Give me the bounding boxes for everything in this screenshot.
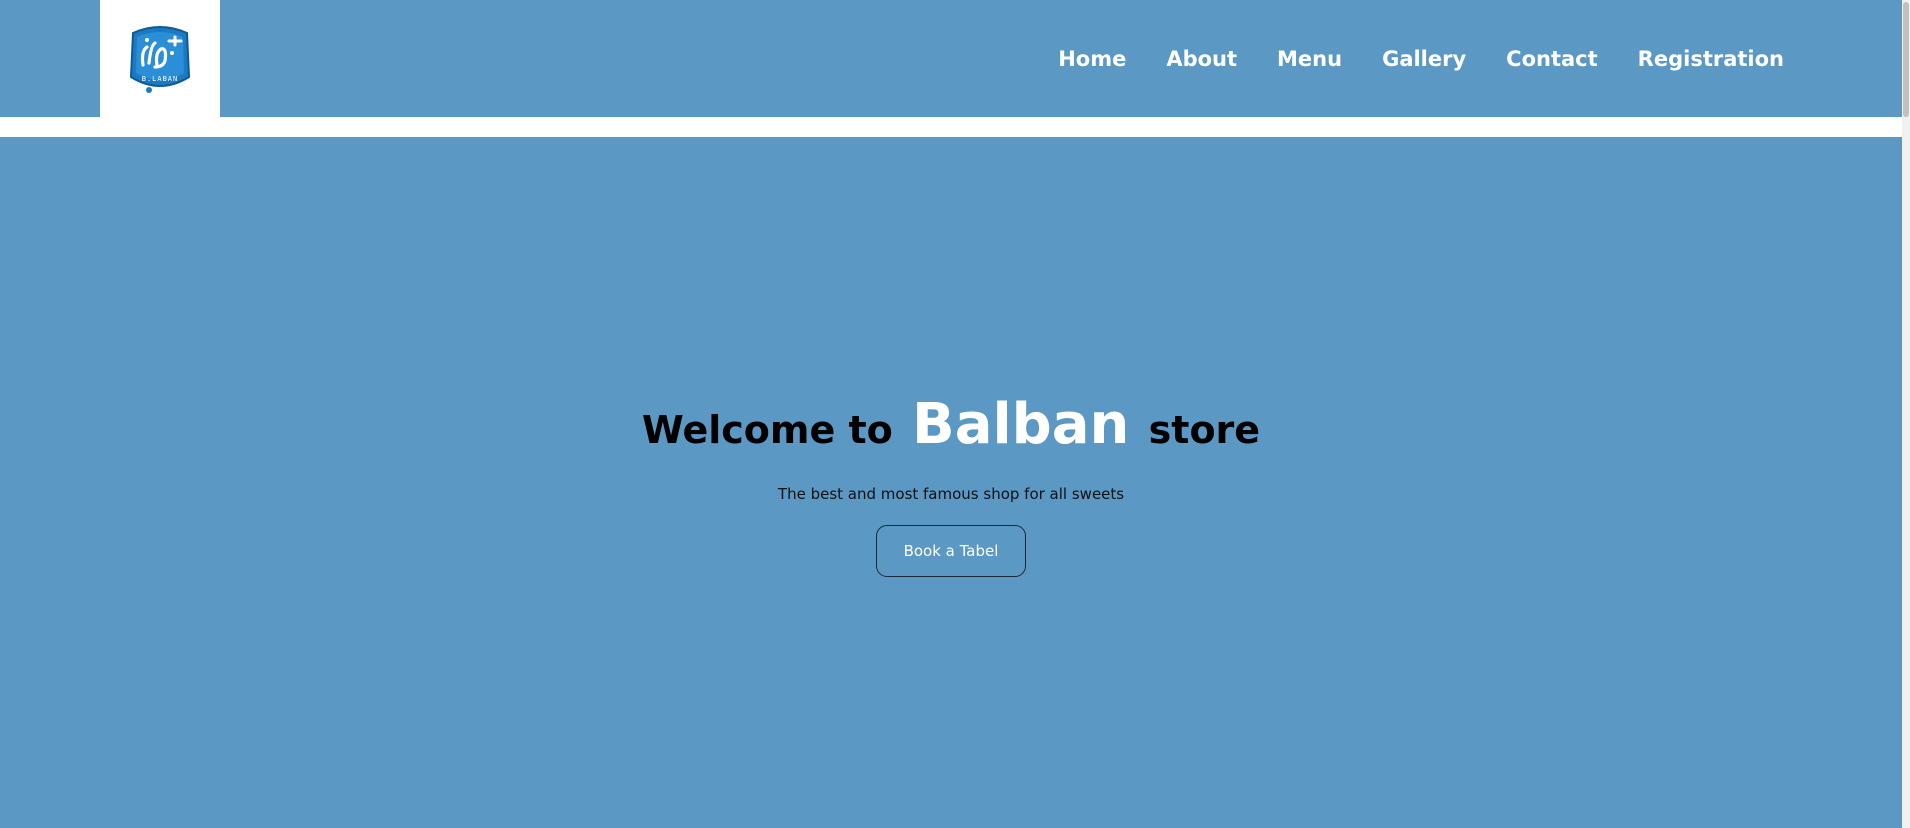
- main-nav: Home About Menu Gallery Contact Registra…: [1058, 0, 1784, 117]
- logo-text: B.LABAN: [142, 75, 179, 83]
- hero-title-prefix: Welcome to: [641, 408, 893, 452]
- header-divider: [0, 117, 1902, 137]
- book-table-button[interactable]: Book a Tabel: [876, 525, 1026, 577]
- nav-item-contact[interactable]: Contact: [1506, 47, 1598, 71]
- nav-item-menu[interactable]: Menu: [1277, 47, 1342, 71]
- nav-item-registration[interactable]: Registration: [1638, 47, 1784, 71]
- hero-title-brand: Balban: [912, 392, 1130, 457]
- hero-content: Welcome to Balban store The best and mos…: [0, 390, 1902, 577]
- hero-title-suffix: store: [1148, 408, 1261, 452]
- nav-item-gallery[interactable]: Gallery: [1382, 47, 1466, 71]
- hero-section: Welcome to Balban store The best and mos…: [0, 137, 1902, 828]
- hero-subtitle: The best and most famous shop for all sw…: [777, 485, 1125, 503]
- logo-link[interactable]: B.LABAN: [100, 0, 220, 117]
- balban-logo-icon: B.LABAN: [129, 25, 191, 93]
- hero-title: Welcome to Balban store: [0, 390, 1902, 465]
- site-header: B.LABAN Home About Menu Gallery Contact …: [0, 0, 1902, 117]
- scrollbar-thumb[interactable]: [1903, 2, 1909, 117]
- page-scrollbar[interactable]: [1902, 0, 1910, 828]
- page: B.LABAN Home About Menu Gallery Contact …: [0, 0, 1910, 828]
- nav-item-home[interactable]: Home: [1058, 47, 1126, 71]
- nav-item-about[interactable]: About: [1166, 47, 1237, 71]
